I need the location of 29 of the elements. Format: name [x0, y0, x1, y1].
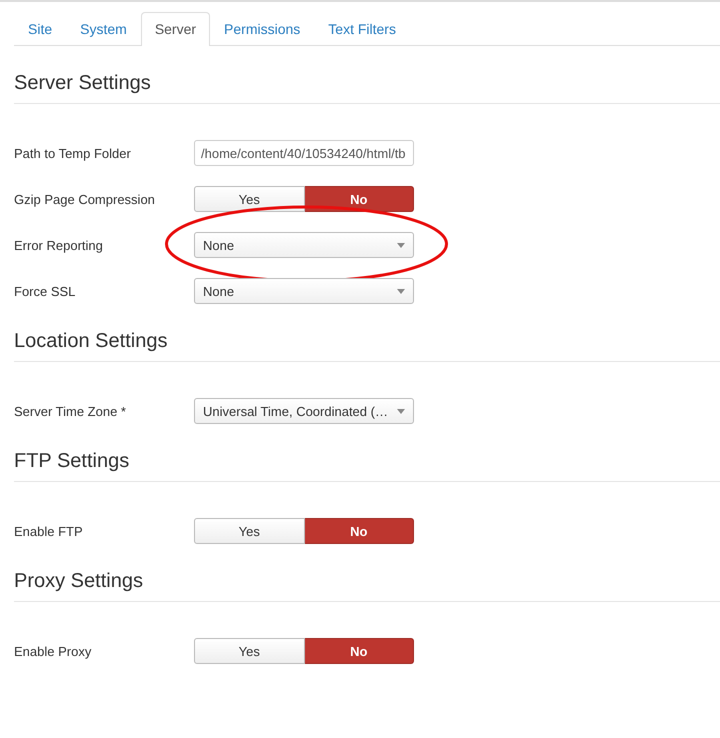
toggle-option-button[interactable]: Yes — [194, 638, 304, 664]
field-label: Server Time Zone * — [14, 404, 127, 418]
field-label: Force SSL — [14, 284, 76, 298]
field-label: Gzip Page Compression — [14, 192, 156, 206]
caret-icon — [397, 242, 405, 248]
path-field[interactable]: /home/content/40/10534240/html/tb — [194, 140, 414, 166]
dropdown[interactable]: Universal Time, Coordinated (… — [194, 398, 414, 424]
section-heading: Location Settings — [14, 304, 720, 362]
tab[interactable]: System — [66, 12, 141, 46]
tab[interactable]: Server — [140, 12, 210, 46]
field-label: Enable Proxy — [14, 644, 92, 658]
field-label: Path to Temp Folder — [14, 146, 132, 160]
dropdown[interactable]: None — [194, 232, 414, 258]
toggle-option-button[interactable]: No — [304, 186, 414, 212]
toggle-option-button[interactable]: Yes — [194, 518, 304, 544]
dropdown[interactable]: None — [194, 278, 414, 304]
section-heading: Server Settings — [14, 46, 720, 104]
field-label: Enable FTP — [14, 524, 84, 538]
field-label: Error Reporting — [14, 238, 104, 252]
tab[interactable]: Permissions — [210, 12, 314, 46]
caret-icon — [397, 288, 405, 294]
tab[interactable]: Text Filters — [314, 12, 410, 46]
toggle-option-button[interactable]: Yes — [194, 186, 304, 212]
toggle-option-button[interactable]: No — [304, 638, 414, 664]
caret-icon — [397, 408, 405, 414]
section-heading: FTP Settings — [14, 424, 720, 482]
tab[interactable]: Site — [14, 12, 66, 46]
toggle-option-button[interactable]: No — [304, 518, 414, 544]
section-heading: Proxy Settings — [14, 544, 720, 602]
